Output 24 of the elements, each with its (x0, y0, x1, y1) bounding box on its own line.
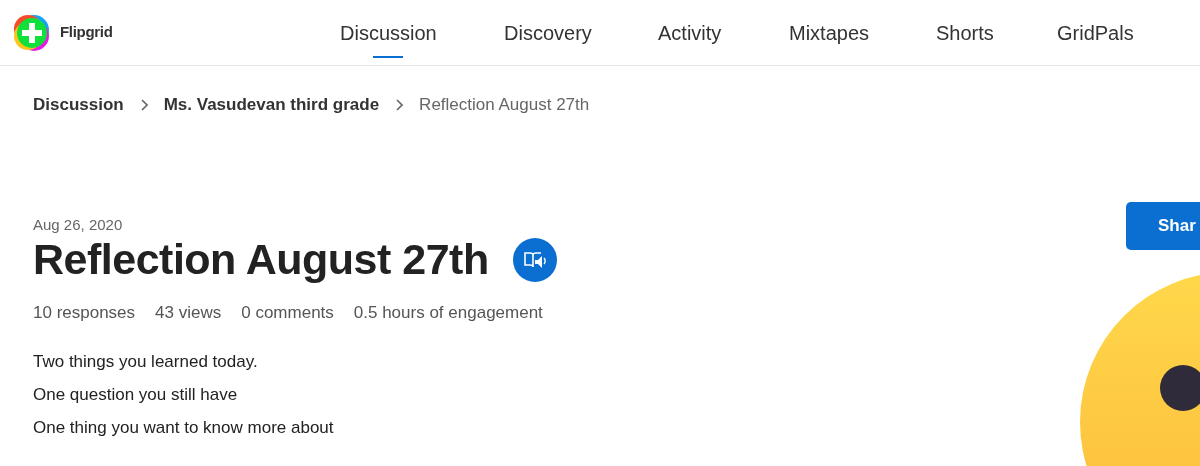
breadcrumb-link[interactable]: Discussion (33, 92, 124, 118)
prompt-line: Two things you learned today. (33, 351, 259, 374)
book-speaker-icon (522, 249, 547, 270)
prompt-line: One question you still have (33, 384, 239, 407)
chevron-right-icon (395, 98, 404, 111)
stat-text: 43 views (155, 301, 222, 324)
nav-tab[interactable]: Discovery (504, 17, 592, 58)
nav-tab[interactable]: Discussion (340, 17, 437, 58)
nav-tab[interactable]: Shorts (936, 17, 994, 58)
chevron-right-icon (139, 98, 148, 111)
nav-tab[interactable]: Activity (658, 17, 722, 58)
topic-date: Aug 26, 2020 (33, 214, 124, 235)
stat-text: 0 comments (241, 301, 334, 324)
nav-tab[interactable]: Mixtapes (789, 17, 870, 58)
share-button[interactable]: Shar (1126, 202, 1200, 250)
breadcrumb-link[interactable]: Ms. Vasudevan third grade (163, 92, 380, 118)
brand-name: Flipgrid (60, 22, 113, 43)
stat-text: 0.5 hours of engagement (353, 301, 543, 324)
logo-icon (12, 12, 52, 53)
prompt-line: One thing you want to know more about (33, 417, 335, 440)
stat-text: 10 responses (33, 301, 136, 324)
breadcrumb-current: Reflection August 27th (419, 94, 590, 116)
topic-title: Reflection August 27th (33, 234, 489, 285)
nav-tab[interactable]: GridPals (1057, 17, 1134, 58)
